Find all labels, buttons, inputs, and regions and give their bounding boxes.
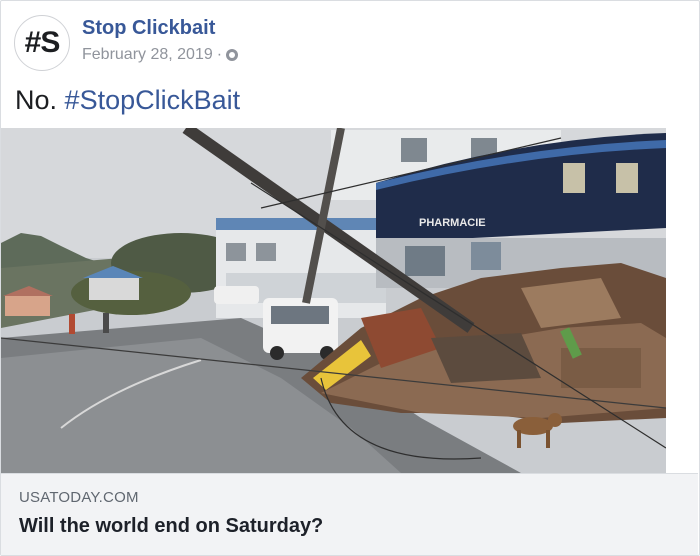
meta-separator: · <box>216 46 223 63</box>
post-meta: February 28, 2019 · <box>82 46 239 64</box>
page-name-link[interactable]: Stop Clickbait <box>82 17 215 40</box>
link-headline[interactable]: Will the world end on Saturday? <box>19 515 323 538</box>
link-preview-caption[interactable]: USATODAY.COM Will the world end on Satur… <box>1 473 698 555</box>
pharmacy-sign: PHARMACIE <box>419 217 486 229</box>
link-domain: USATODAY.COM <box>19 489 139 506</box>
link-preview-image[interactable]: PHARMACIE <box>1 128 698 473</box>
close-icon[interactable]: × <box>676 135 694 155</box>
avatar-logo-text: #S <box>24 26 61 59</box>
post-date[interactable]: February 28, 2019 <box>82 46 213 64</box>
hurricane-damage-photo: PHARMACIE <box>1 128 698 473</box>
post-text-plain: No. <box>15 85 58 115</box>
page-avatar[interactable]: #S <box>14 15 70 71</box>
post-text: No. #StopClickBait <box>15 85 240 116</box>
globe-icon[interactable] <box>226 49 239 61</box>
hashtag-link[interactable]: #StopClickBait <box>65 85 241 115</box>
